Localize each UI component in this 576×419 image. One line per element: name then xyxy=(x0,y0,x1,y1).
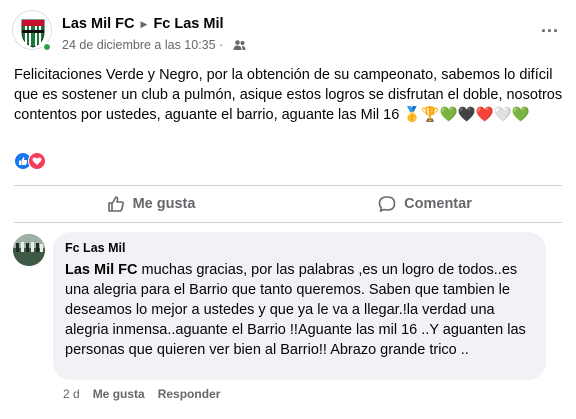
comment-author-name[interactable]: Fc Las Mil xyxy=(65,240,534,256)
comment-like-button[interactable]: Me gusta xyxy=(93,387,145,401)
post-meta: 24 de diciembre a las 10:35 · xyxy=(62,38,246,52)
comment-author-avatar[interactable] xyxy=(13,234,45,266)
post-title: Las Mil FC ▶ Fc Las Mil xyxy=(62,16,224,32)
mention-link[interactable]: Las Mil FC xyxy=(65,262,138,278)
thumbs-up-icon xyxy=(107,196,124,212)
reactions-summary[interactable] xyxy=(14,152,46,170)
comment-text: Las Mil FC muchas gracias, por las palab… xyxy=(65,260,534,360)
target-page-link[interactable]: Fc Las Mil xyxy=(153,16,223,32)
comment-label: Comentar xyxy=(404,196,472,212)
like-label: Me gusta xyxy=(132,196,196,212)
post-timestamp[interactable]: 24 de diciembre a las 10:35 xyxy=(62,38,216,52)
separator: · xyxy=(219,38,227,52)
comment-button[interactable]: Comentar xyxy=(288,186,562,222)
friends-icon[interactable] xyxy=(233,39,246,51)
post-action-bar: Me gusta Comentar xyxy=(14,186,562,222)
post-header: Las Mil FC ▶ Fc Las Mil 24 de diciembre a … xyxy=(12,8,564,56)
love-reaction-icon xyxy=(28,152,46,170)
post-text: Felicitaciones Verde y Negro, por la obt… xyxy=(14,67,563,123)
comment-reply-button[interactable]: Responder xyxy=(158,387,221,401)
like-button[interactable]: Me gusta xyxy=(14,186,288,222)
more-options-button[interactable]: ... xyxy=(536,17,564,42)
comment-bubble-icon xyxy=(378,196,396,212)
comment-age[interactable]: 2 d xyxy=(63,387,80,401)
divider xyxy=(14,222,562,223)
comment-bubble: Fc Las Mil Las Mil FC muchas gracias, po… xyxy=(53,232,546,380)
team-photo-icon xyxy=(13,234,45,266)
comment-actions: 2 d Me gusta Responder xyxy=(63,387,233,401)
arrow-right-icon: ▶ xyxy=(140,19,148,29)
page-name-link[interactable]: Las Mil FC xyxy=(62,16,135,32)
online-status-dot xyxy=(42,42,52,52)
